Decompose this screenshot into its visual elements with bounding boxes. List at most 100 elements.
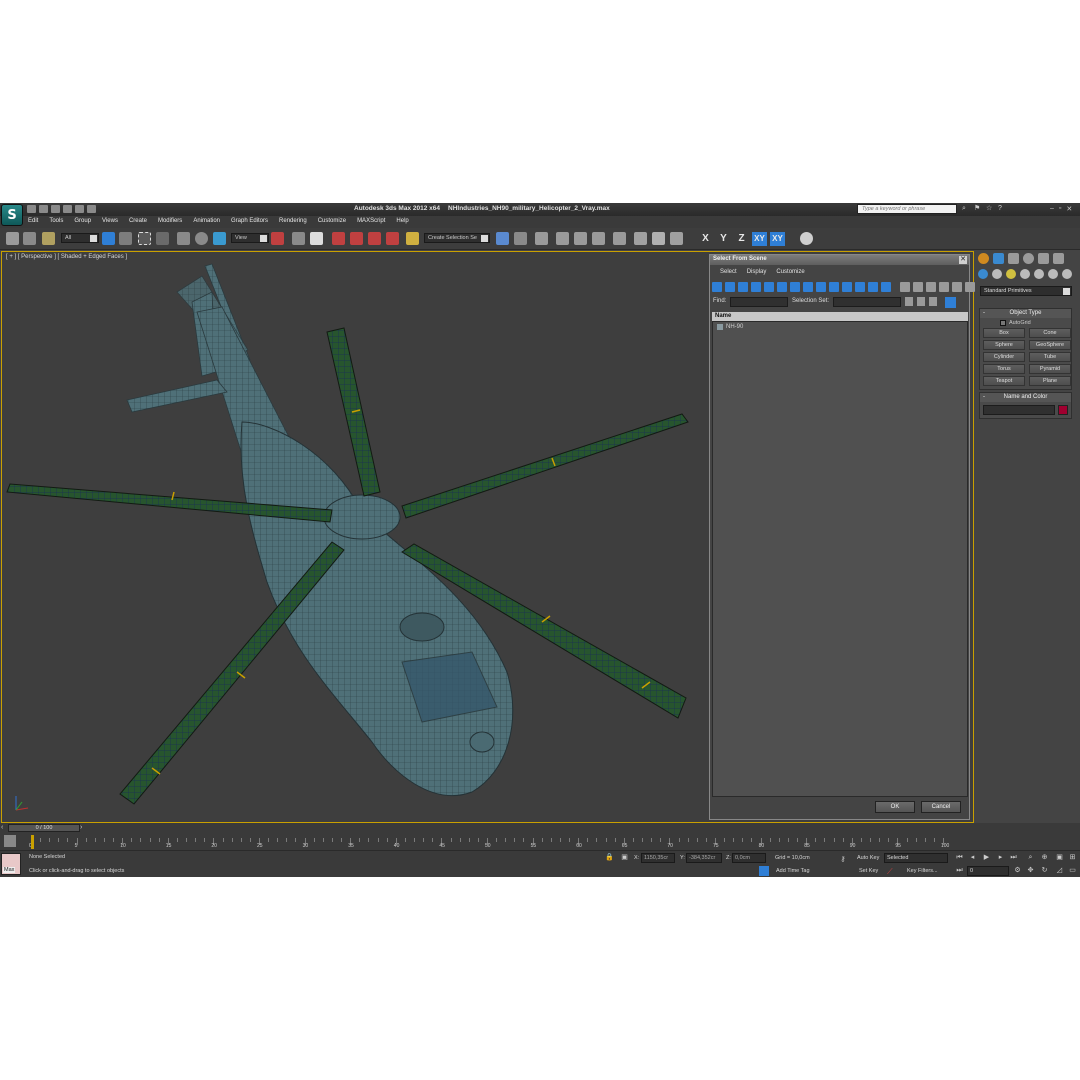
ik-toggle-icon[interactable] xyxy=(800,232,813,245)
object-color-swatch[interactable] xyxy=(1058,405,1068,415)
primitive-pyramid-button[interactable]: Pyramid xyxy=(1029,364,1071,374)
maximize-icon[interactable]: ▫ xyxy=(1059,205,1061,213)
go-to-start-icon[interactable]: ⏮ xyxy=(955,853,964,862)
primitive-teapot-button[interactable]: Teapot xyxy=(983,376,1025,386)
cameras-icon[interactable] xyxy=(1020,269,1030,279)
menu-item-maxscript[interactable]: MAXScript xyxy=(357,218,385,224)
orbit-icon[interactable]: ↻ xyxy=(1040,866,1049,875)
current-frame-field[interactable]: 0 xyxy=(967,866,1009,876)
help-icon[interactable]: ? xyxy=(998,205,1006,213)
primitive-plane-button[interactable]: Plane xyxy=(1029,376,1071,386)
display-shapes-icon[interactable] xyxy=(738,282,748,292)
save-file-icon[interactable] xyxy=(51,205,60,213)
ok-button[interactable]: OK xyxy=(875,801,915,813)
motion-tab-icon[interactable] xyxy=(1023,253,1034,264)
rotate-icon[interactable] xyxy=(195,232,208,245)
add-selection-set-icon[interactable] xyxy=(905,297,913,306)
filter-icon[interactable] xyxy=(952,282,962,292)
edit-selection-set-icon[interactable] xyxy=(929,297,937,306)
primitive-sphere-button[interactable]: Sphere xyxy=(983,340,1025,350)
menu-item-rendering[interactable]: Rendering xyxy=(279,218,307,224)
primitive-tube-button[interactable]: Tube xyxy=(1029,352,1071,362)
new-file-icon[interactable] xyxy=(27,205,36,213)
systems-icon[interactable] xyxy=(1062,269,1072,279)
undo-icon[interactable] xyxy=(63,205,72,213)
current-frame-marker[interactable] xyxy=(31,835,34,849)
mirror-icon[interactable] xyxy=(496,232,509,245)
binoculars-icon[interactable]: ⌕ xyxy=(962,205,970,213)
category-dropdown[interactable]: Standard Primitives xyxy=(980,286,1072,296)
display-none-icon[interactable] xyxy=(881,282,891,292)
window-crossing-icon[interactable] xyxy=(156,232,169,245)
helpers-icon[interactable] xyxy=(1034,269,1044,279)
y-coordinate-field[interactable]: -384,352cr xyxy=(686,853,722,863)
restrict-z-button[interactable]: Z xyxy=(734,232,749,246)
edit-named-selection-icon[interactable] xyxy=(406,232,419,245)
pivot-center-icon[interactable] xyxy=(271,232,284,245)
menu-item-animation[interactable]: Animation xyxy=(193,218,220,224)
rendered-frame-window-icon[interactable] xyxy=(652,232,665,245)
autogrid-check[interactable] xyxy=(1000,320,1006,326)
primitive-cylinder-button[interactable]: Cylinder xyxy=(983,352,1025,362)
menu-item-customize[interactable]: Customize xyxy=(318,218,346,224)
display-bones-icon[interactable] xyxy=(829,282,839,292)
pan-view-icon[interactable]: ✥ xyxy=(1026,866,1035,875)
project-folder-icon[interactable] xyxy=(87,205,96,213)
maximize-viewport-icon[interactable]: ▭ xyxy=(1068,866,1077,875)
geometry-icon[interactable] xyxy=(978,269,988,279)
lights-icon[interactable] xyxy=(1006,269,1016,279)
application-menu-logo[interactable]: S xyxy=(1,204,23,226)
next-key-icon[interactable]: ▸ xyxy=(996,853,1005,862)
percent-snap-icon[interactable] xyxy=(368,232,381,245)
help-search-input[interactable]: Type a keyword or phrase xyxy=(857,204,957,214)
move-icon[interactable] xyxy=(177,232,190,245)
object-type-header[interactable]: - Object Type xyxy=(980,309,1071,318)
spinner-snap-icon[interactable] xyxy=(386,232,399,245)
select-none-icon[interactable] xyxy=(926,282,936,292)
primitive-geosphere-button[interactable]: GeoSphere xyxy=(1029,340,1071,350)
display-tab-icon[interactable] xyxy=(1038,253,1049,264)
menu-item-create[interactable]: Create xyxy=(129,218,147,224)
dialog-menu-display[interactable]: Display xyxy=(747,269,767,275)
shapes-icon[interactable] xyxy=(992,269,1002,279)
menu-item-views[interactable]: Views xyxy=(102,218,118,224)
close-icon[interactable]: ✕ xyxy=(1066,205,1072,213)
spacewarps-icon[interactable] xyxy=(1048,269,1058,279)
menu-item-graph-editors[interactable]: Graph Editors xyxy=(231,218,268,224)
modify-tab-icon[interactable] xyxy=(993,253,1004,264)
list-item[interactable]: NH-90 xyxy=(717,324,743,330)
keyboard-shortcut-icon[interactable] xyxy=(310,232,323,245)
go-to-end-icon[interactable]: ⏭ xyxy=(1009,853,1018,862)
key-filters-button[interactable]: Key Filters... xyxy=(907,868,938,874)
snaps-toggle-icon[interactable] xyxy=(332,232,345,245)
menu-item-edit[interactable]: Edit xyxy=(28,218,38,224)
selection-set-dropdown[interactable] xyxy=(833,297,901,307)
name-column-header[interactable]: Name xyxy=(712,312,968,321)
zoom-extents-icon[interactable]: ▣ xyxy=(1055,853,1064,862)
layer-manager-icon[interactable] xyxy=(535,232,548,245)
key-mode-dropdown[interactable]: Selected xyxy=(884,853,948,863)
autogrid-checkbox[interactable]: AutoGrid xyxy=(1000,320,1071,326)
restrict-y-button[interactable]: Y xyxy=(716,232,731,246)
field-of-view-icon[interactable]: ◿ xyxy=(1055,866,1064,875)
select-all-icon[interactable] xyxy=(913,282,923,292)
render-setup-icon[interactable] xyxy=(634,232,647,245)
minimize-icon[interactable]: – xyxy=(1050,205,1054,213)
display-cameras-icon[interactable] xyxy=(764,282,774,292)
graphite-tools-icon[interactable] xyxy=(556,232,569,245)
open-file-icon[interactable] xyxy=(39,205,48,213)
x-coordinate-field[interactable]: 1150,35cr xyxy=(641,853,675,863)
primitive-box-button[interactable]: Box xyxy=(983,328,1025,338)
display-helpers-icon[interactable] xyxy=(777,282,787,292)
select-and-link-icon[interactable] xyxy=(6,232,19,245)
dialog-menu-customize[interactable]: Customize xyxy=(776,269,804,275)
display-hidden-icon[interactable] xyxy=(868,282,878,292)
time-tag-icon[interactable] xyxy=(759,866,769,876)
scale-icon[interactable] xyxy=(213,232,226,245)
menu-item-help[interactable]: Help xyxy=(396,218,408,224)
scene-object-list[interactable]: NH-90 xyxy=(712,321,968,797)
object-name-input[interactable] xyxy=(983,405,1056,415)
zoom-icon[interactable]: ⌕ xyxy=(1026,853,1035,862)
schematic-view-icon[interactable] xyxy=(592,232,605,245)
primitive-torus-button[interactable]: Torus xyxy=(983,364,1025,374)
